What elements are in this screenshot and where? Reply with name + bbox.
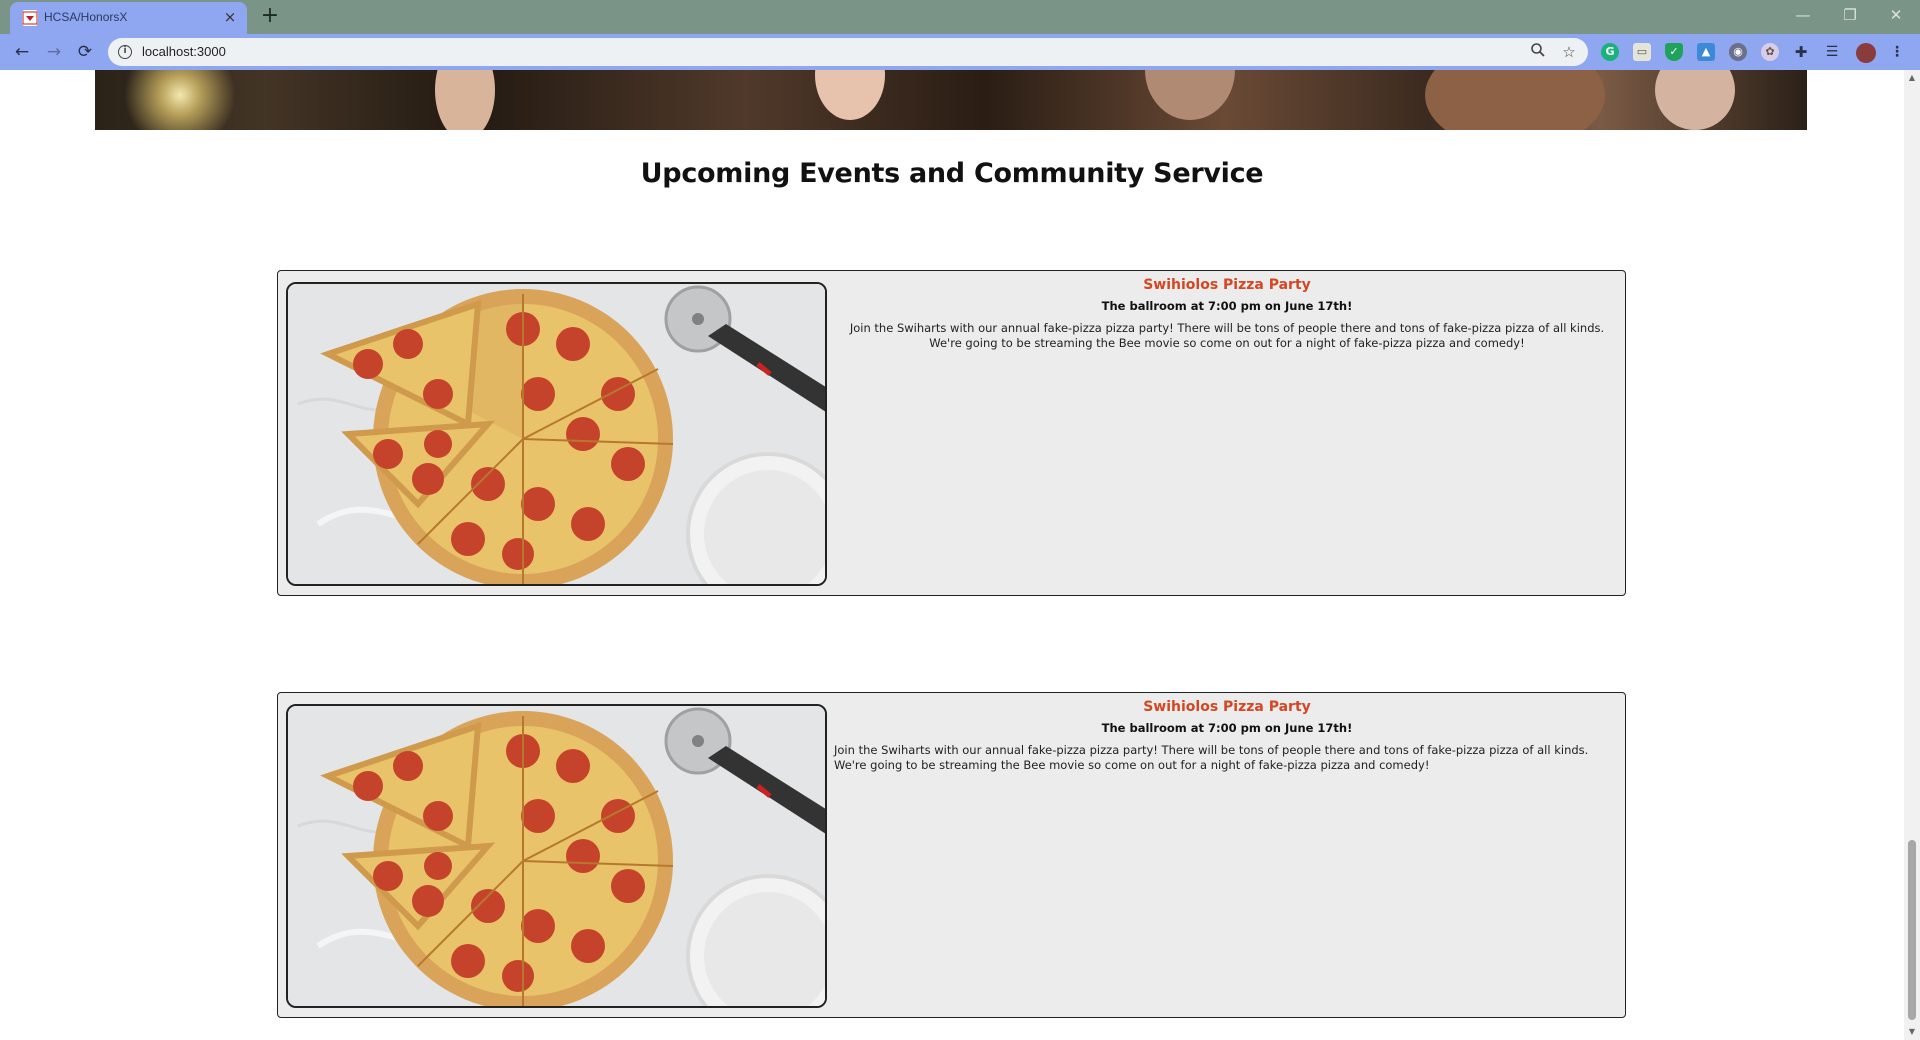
close-window-button[interactable]: ✕ [1873, 0, 1919, 30]
event-description: Join the Swiharts with our annual fake-p… [834, 743, 1589, 772]
mask-extension-icon[interactable]: ◉ [1729, 43, 1747, 61]
address-bar[interactable]: i localhost:3000 ☆ [108, 38, 1588, 66]
extensions-puzzle-icon[interactable]: ✚ [1792, 43, 1810, 61]
reading-list-icon[interactable]: ☰ [1823, 43, 1841, 61]
browser-menu-icon[interactable]: ⋮ [1888, 43, 1906, 61]
event-details: Swihiolos Pizza Party The ballroom at 7:… [834, 695, 1620, 773]
back-button[interactable]: ← [10, 40, 34, 64]
section-title: Upcoming Events and Community Service [640, 158, 1264, 189]
extension-icon[interactable]: ▭ [1633, 43, 1651, 61]
url-text[interactable]: localhost:3000 [142, 44, 226, 59]
site-favicon-icon [22, 10, 38, 26]
scroll-up-icon[interactable]: ▲ [1904, 70, 1920, 86]
restore-button[interactable]: ❐ [1827, 0, 1873, 30]
bookmark-star-icon[interactable]: ☆ [1559, 42, 1579, 62]
shield-extension-icon[interactable]: ✓ [1665, 43, 1683, 61]
scroll-down-icon[interactable]: ▼ [1904, 1024, 1920, 1040]
zoom-icon[interactable] [1528, 42, 1548, 62]
profile-avatar[interactable] [1856, 43, 1876, 63]
browser-titlebar: HCSA/HonorsX × + — ❐ ✕ [0, 0, 1920, 34]
event-title: Swihiolos Pizza Party [1143, 699, 1311, 715]
site-info-icon[interactable]: i [118, 45, 132, 59]
browser-tab[interactable]: HCSA/HonorsX × [10, 2, 247, 34]
event-card: Swihiolos Pizza Party The ballroom at 7:… [277, 692, 1626, 1018]
extension-icon-2[interactable]: ✿ [1761, 43, 1779, 61]
drive-extension-icon[interactable]: ▲ [1697, 43, 1715, 61]
browser-toolbar: ← → ⟳ i localhost:3000 ☆ G ▭ ✓ ▲ ◉ ✿ ✚ ☰… [0, 34, 1920, 104]
page-viewport: Upcoming Events and Community Service Sw… [0, 70, 1920, 1040]
hero-photo [95, 70, 1807, 130]
tab-close-icon[interactable]: × [221, 8, 239, 26]
minimize-button[interactable]: — [1780, 0, 1826, 30]
event-location-time: The ballroom at 7:00 pm on June 17th! [1101, 721, 1353, 735]
event-description: Join the Swiharts with our annual fake-p… [849, 321, 1605, 350]
pizza-photo [286, 282, 827, 586]
forward-button[interactable]: → [42, 40, 66, 64]
event-location-time: The ballroom at 7:00 pm on June 17th! [1101, 299, 1353, 313]
scrollbar-thumb[interactable] [1908, 840, 1916, 1020]
event-details: Swihiolos Pizza Party The ballroom at 7:… [834, 273, 1620, 351]
page-scrollbar[interactable]: ▲ ▼ [1904, 70, 1920, 1040]
event-card: Swihiolos Pizza Party The ballroom at 7:… [277, 270, 1626, 596]
reload-button[interactable]: ⟳ [73, 40, 97, 64]
new-tab-button[interactable]: + [258, 4, 282, 28]
pizza-photo [286, 704, 827, 1008]
tab-title: HCSA/HonorsX [44, 10, 128, 24]
event-title: Swihiolos Pizza Party [1143, 277, 1311, 293]
grammarly-extension-icon[interactable]: G [1601, 43, 1619, 61]
